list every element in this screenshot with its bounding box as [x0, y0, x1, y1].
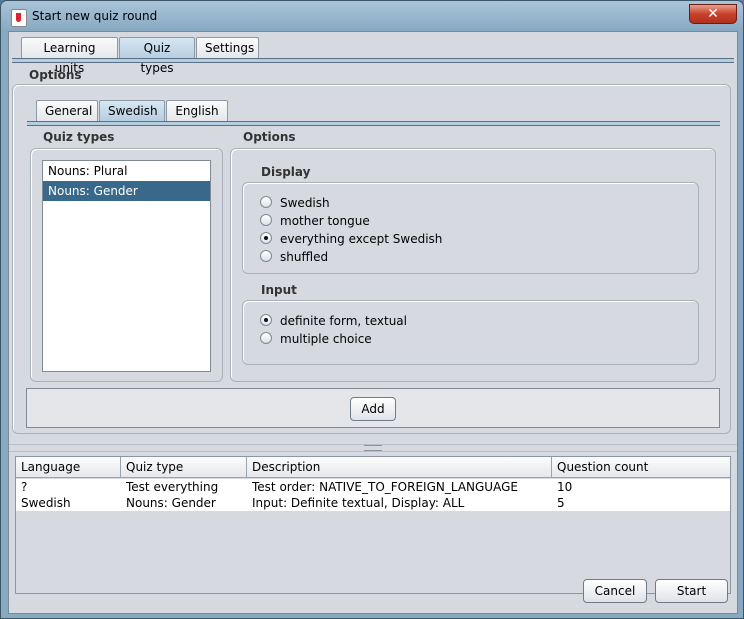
tab-quiz-types[interactable]: Quiz types: [119, 37, 195, 75]
cell-description: Input: Definite textual, Display: ALL: [252, 496, 465, 510]
radio-label: multiple choice: [280, 332, 372, 346]
options-section-title: Options: [29, 68, 82, 82]
cancel-button[interactable]: Cancel: [583, 579, 647, 603]
quiz-types-list[interactable]: Nouns: Plural Nouns: Gender: [42, 160, 211, 372]
main-tab-strip-line: [12, 58, 734, 63]
cell-question-count: 10: [557, 480, 573, 494]
table-row[interactable]: ? Test everything Test order: NATIVE_TO_…: [16, 479, 730, 495]
radio-button[interactable]: [260, 250, 272, 262]
dialog-content: Learning units Quiz types Settings Optio…: [8, 31, 738, 614]
cell-quiz-type: Nouns: Gender: [126, 496, 216, 510]
cell-quiz-type: Test everything: [126, 480, 219, 494]
column-header-description[interactable]: Description: [247, 457, 552, 477]
tab-learning-units[interactable]: Learning units: [21, 37, 118, 75]
radio-label: mother tongue: [280, 214, 370, 228]
radio-button-checked[interactable]: [260, 314, 272, 326]
tab-swedish[interactable]: Swedish: [99, 100, 165, 122]
cell-language: Swedish: [21, 496, 71, 510]
cell-language: ?: [21, 480, 28, 494]
radio-label: shuffled: [280, 250, 329, 264]
close-button[interactable]: ✕: [689, 4, 737, 24]
java-app-icon: [11, 9, 27, 27]
table-row[interactable]: Swedish Nouns: Gender Input: Definite te…: [16, 495, 730, 511]
tab-general[interactable]: General: [36, 100, 98, 122]
lang-tab-strip-line: [27, 121, 720, 126]
radio-button-checked[interactable]: [260, 232, 272, 244]
start-button[interactable]: Start: [655, 579, 728, 603]
table-header: Language Quiz type Description Question …: [16, 457, 730, 478]
divider-grip-icon[interactable]: [364, 445, 382, 451]
list-item-selected[interactable]: Nouns: Gender: [43, 181, 210, 201]
cell-description: Test order: NATIVE_TO_FOREIGN_LANGUAGE: [252, 480, 518, 494]
radio-label: everything except Swedish: [280, 232, 443, 246]
radio-label: definite form, textual: [280, 314, 407, 328]
title-bar[interactable]: Start new quiz round ✕: [1, 1, 743, 31]
cell-question-count: 5: [557, 496, 565, 510]
radio-button[interactable]: [260, 214, 272, 226]
window-title: Start new quiz round: [32, 9, 158, 23]
list-item[interactable]: Nouns: Plural: [43, 161, 210, 181]
input-title: Input: [261, 283, 297, 297]
quiz-types-title: Quiz types: [43, 130, 115, 144]
inner-options-title: Options: [243, 130, 296, 144]
display-title: Display: [261, 165, 311, 179]
radio-button[interactable]: [260, 332, 272, 344]
radio-button[interactable]: [260, 196, 272, 208]
column-header-quiz-type[interactable]: Quiz type: [121, 457, 247, 477]
tab-settings[interactable]: Settings: [196, 37, 259, 59]
tab-english[interactable]: English: [166, 100, 228, 122]
column-header-language[interactable]: Language: [16, 457, 121, 477]
column-header-question-count[interactable]: Question count: [552, 457, 730, 477]
quiz-round-table[interactable]: Language Quiz type Description Question …: [15, 456, 731, 594]
add-button[interactable]: Add: [350, 397, 396, 421]
dialog-window: Start new quiz round ✕ Learning units Qu…: [0, 0, 744, 619]
radio-label: Swedish: [280, 196, 330, 210]
